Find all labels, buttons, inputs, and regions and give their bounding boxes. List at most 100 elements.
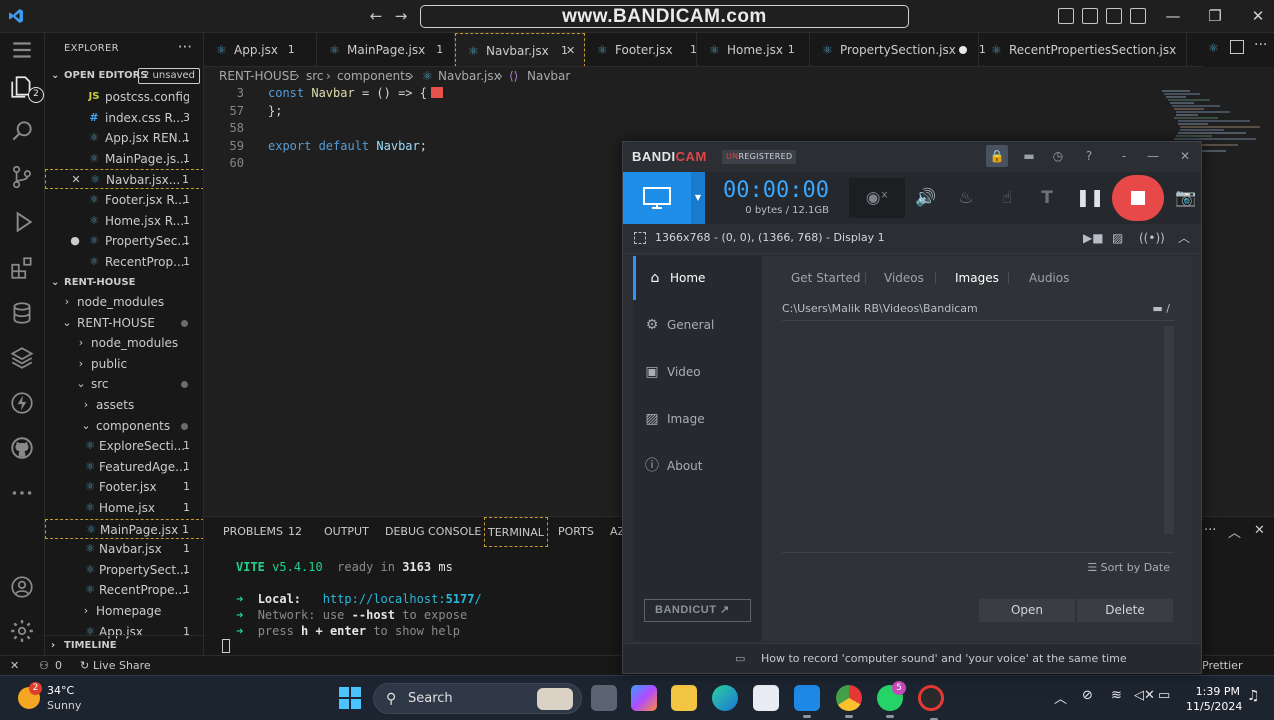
tree-folder[interactable]: › node_modules — [45, 292, 203, 312]
compact-mode-icon[interactable]: - — [1113, 145, 1135, 167]
chevron-up-icon[interactable]: ︿ — [1178, 229, 1190, 246]
tree-file[interactable]: ⚛ Footer.jsx 1 — [45, 477, 203, 497]
command-center[interactable]: www.BANDICAM.com — [420, 5, 909, 28]
copilot-icon[interactable] — [631, 685, 657, 711]
tree-file[interactable]: ⚛ Navbar.jsx 1 — [45, 539, 203, 559]
open-editor-item[interactable]: ✕ ⚛ Navbar.jsx... 1 — [45, 169, 203, 190]
tab-4[interactable]: ⚛ Footer.jsx 1 — [585, 33, 697, 66]
more-actions-icon[interactable]: ··· — [1254, 37, 1267, 53]
broadcast-icon[interactable]: ((•)) — [1139, 231, 1165, 245]
more-icon[interactable] — [6, 477, 39, 510]
screenshot-camera-icon[interactable]: 📷 — [1170, 182, 1202, 214]
image-icon[interactable]: ▨ — [1112, 231, 1123, 245]
toggle-panel-icon[interactable] — [1082, 8, 1098, 24]
restore-icon[interactable]: ❐ — [1200, 4, 1230, 28]
tab-ports[interactable]: PORTS — [558, 517, 594, 547]
terminal[interactable]: VITE v5.4.10 ready in 3163 ms ➜ Local: h… — [204, 553, 622, 653]
open-editor-item[interactable]: # index.css R... 3 — [45, 108, 203, 128]
clock[interactable]: 1:39 PM 11/5/2024 — [1186, 684, 1242, 714]
webcam-off-icon[interactable]: ◉ˣ — [849, 178, 905, 218]
account-icon[interactable] — [6, 571, 39, 604]
bandicam-nav-general[interactable]: ⚙ General — [633, 303, 762, 347]
image-file-list[interactable] — [782, 326, 1174, 542]
list-scrollbar[interactable] — [1164, 326, 1174, 534]
settings-gear-icon[interactable] — [6, 615, 39, 648]
chevron-up-icon[interactable]: ︿ — [1228, 522, 1241, 541]
source-control-icon[interactable] — [6, 161, 39, 194]
lock-icon[interactable]: 🔒 — [986, 145, 1008, 167]
bandicam-nav-about[interactable]: ⓘ About — [633, 444, 762, 488]
speaker-icon[interactable]: 🔊 — [910, 182, 942, 214]
microphone-off-icon[interactable]: ♨ — [950, 182, 982, 214]
close-panel-icon[interactable]: ✕ — [1254, 523, 1265, 538]
screen-mode-button[interactable] — [623, 172, 691, 224]
breadcrumb-item[interactable]: Navbar — [527, 67, 570, 86]
mode-dropdown-icon[interactable]: ▼ — [691, 172, 705, 224]
run-debug-icon[interactable] — [6, 206, 39, 239]
output-folder-path[interactable]: C:\Users\Malik RB\Videos\Bandicam ▬ / — [782, 297, 1174, 321]
menu-icon[interactable] — [6, 34, 39, 67]
network-off-icon[interactable]: ⊘ — [1082, 688, 1093, 703]
open-editor-item[interactable]: ⚛ Footer.jsx R... 1 — [45, 190, 203, 210]
close-editor-icon[interactable]: ✕ — [70, 170, 82, 190]
toggle-sidebar-icon[interactable] — [1058, 8, 1074, 24]
tab-6[interactable]: ⚛ PropertySection.jsx 1 — [810, 33, 986, 66]
subtab-images[interactable]: Images — [955, 266, 999, 290]
breadcrumb-item[interactable]: Navbar.jsx — [438, 67, 501, 86]
close-icon[interactable]: ✕ — [1243, 4, 1273, 28]
store-icon[interactable] — [753, 685, 779, 711]
weather-condition[interactable]: Sunny — [47, 699, 81, 712]
open-button[interactable]: Open — [979, 599, 1075, 622]
notification-bell-icon[interactable]: ♫ — [1247, 688, 1260, 704]
edge-icon[interactable] — [712, 685, 738, 711]
subtab-audios[interactable]: Audios — [1029, 266, 1069, 290]
more-actions-icon[interactable]: ··· — [1204, 523, 1216, 538]
layers-icon[interactable] — [6, 342, 39, 375]
open-editor-item[interactable]: ⚛ Home.jsx R... 1 — [45, 211, 203, 231]
explorer-more-icon[interactable]: ··· — [178, 38, 192, 56]
tree-folder[interactable]: › assets — [45, 395, 203, 415]
sort-by-date-button[interactable]: ☰ Sort by Date — [1087, 561, 1170, 574]
extensions-icon[interactable] — [6, 252, 39, 285]
forward-arrow-icon[interactable]: → — [392, 7, 410, 25]
taskbar-search[interactable]: ⚲ Search — [373, 683, 582, 714]
tree-file[interactable]: ⚛ MainPage.jsx 1 — [45, 518, 203, 539]
back-arrow-icon[interactable]: ← — [367, 7, 385, 25]
tree-file[interactable]: ⚛ FeaturedAge... 1 — [45, 457, 203, 477]
chevron-up-icon[interactable]: ︿ — [1054, 688, 1067, 707]
database-icon[interactable] — [6, 297, 39, 330]
open-editor-item[interactable]: ⚛ App.jsx REN... 1 — [45, 128, 203, 148]
delete-button[interactable]: Delete — [1077, 599, 1173, 622]
text-overlay-icon[interactable]: T — [1031, 182, 1063, 214]
pause-icon[interactable]: ❚❚ — [1074, 182, 1106, 214]
open-editor-item[interactable]: ⚛ MainPage.js... 1 — [45, 149, 203, 169]
minimize-icon[interactable]: — — [1158, 4, 1188, 28]
open-editor-item[interactable]: ⚛ RecentProp... 1 — [45, 252, 203, 272]
bandicam-nav-image[interactable]: ▨ Image — [633, 397, 762, 441]
prettier-button[interactable]: Prettier — [1202, 656, 1242, 676]
tree-folder[interactable]: › public — [45, 354, 203, 374]
folder-icon[interactable]: ▬ / — [1152, 297, 1170, 321]
subtab-get-started[interactable]: Get Started — [791, 266, 861, 290]
help-icon[interactable]: ? — [1078, 145, 1100, 167]
live-share-button[interactable]: Live Share — [93, 656, 151, 676]
windows-start-icon[interactable] — [339, 687, 361, 709]
lightning-icon[interactable] — [6, 387, 39, 420]
vscode-taskbar-icon[interactable] — [794, 685, 820, 718]
tab-terminal[interactable]: TERMINAL — [484, 517, 548, 547]
record-video-icon[interactable]: ▶■ — [1083, 231, 1104, 245]
file-explorer-icon[interactable] — [671, 685, 697, 711]
tab-problems[interactable]: PROBLEMS — [223, 517, 283, 547]
tip-link[interactable]: How to record 'computer sound' and 'your… — [761, 644, 1127, 674]
bandicam-nav-video[interactable]: ▣ Video — [633, 350, 762, 394]
tree-folder[interactable]: › node_modules — [45, 333, 203, 353]
tab-5[interactable]: ⚛ Home.jsx 1 — [697, 33, 810, 66]
tab-output[interactable]: OUTPUT — [324, 517, 369, 547]
wifi-icon[interactable]: ≋ — [1111, 688, 1122, 703]
ports-icon[interactable]: ⚇ — [39, 656, 49, 676]
tree-folder[interactable]: ⌄ RENT-HOUSE — [45, 313, 203, 333]
split-editor-icon[interactable] — [1230, 40, 1244, 54]
tab-7[interactable]: ⚛RecentPropertiesSection.jsx1 — [979, 33, 1212, 66]
breadcrumb-item[interactable]: src — [306, 67, 324, 86]
open-editors-header[interactable]: ⌄ OPEN EDITORS 2 unsaved — [45, 66, 203, 86]
